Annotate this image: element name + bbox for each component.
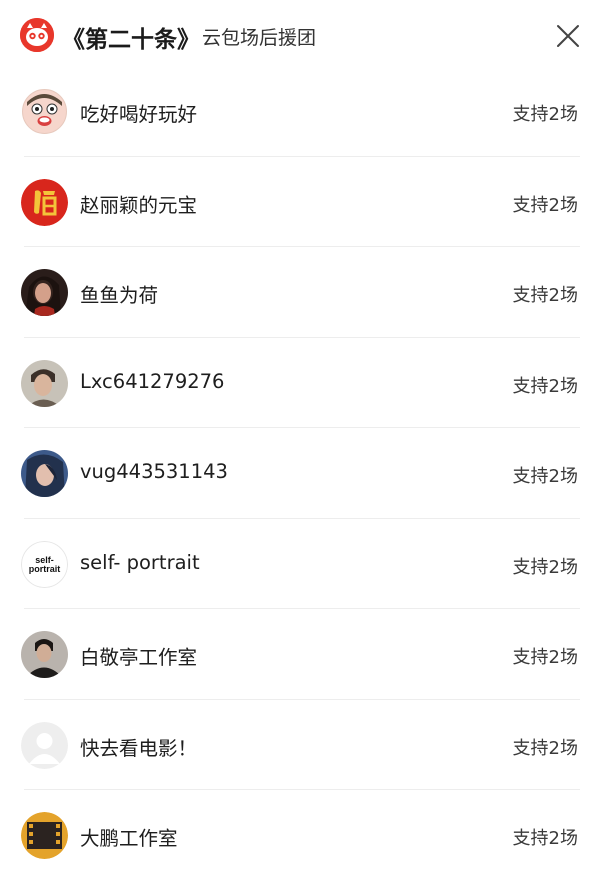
fu-character-avatar xyxy=(21,178,68,226)
woman-portrait-avatar xyxy=(21,269,68,316)
supporter-name: 白敬亭工作室 xyxy=(80,646,198,669)
svg-text:portrait: portrait xyxy=(29,564,61,574)
woman-blue-avatar xyxy=(21,450,68,497)
man-dark-avatar xyxy=(21,631,68,678)
list-item[interactable]: 白敬亭工作室 支持2场 xyxy=(0,609,600,700)
support-count: 支持2场 xyxy=(512,647,578,668)
man-portrait-avatar xyxy=(21,359,68,407)
supporter-name: vug443531143 xyxy=(80,460,228,483)
list-item[interactable]: 赵丽颖的元宝 支持2场 xyxy=(0,157,600,248)
support-count: 支持2场 xyxy=(512,556,578,578)
supporter-name: 吃好喝好玩好 xyxy=(80,103,198,126)
supporter-name: self- portrait xyxy=(80,550,200,574)
self-portrait-logo-avatar: self- portrait xyxy=(21,540,68,588)
support-count: 支持2场 xyxy=(512,285,578,306)
support-count: 支持2场 xyxy=(512,375,578,397)
support-count: 支持2场 xyxy=(512,737,578,759)
supporter-name: Lxc641279276 xyxy=(80,369,225,393)
page-subtitle: 云包场后援团 xyxy=(202,27,317,49)
supporter-name: 鱼鱼为荷 xyxy=(80,284,159,307)
supporter-name: 赵丽颖的元宝 xyxy=(80,193,198,217)
cartoon-boy-avatar xyxy=(21,88,68,135)
list-item[interactable]: vug443531143 支持2场 xyxy=(0,428,600,519)
support-count: 支持2场 xyxy=(512,104,578,125)
header: 《第二十条》 云包场后援团 xyxy=(0,0,600,72)
default-user-avatar xyxy=(21,721,68,769)
supporter-list: 吃好喝好玩好 支持2场 赵丽颖的元宝 支持2场 鱼鱼为荷 支持2场 Lxc641… xyxy=(0,66,600,881)
supporter-name: 大鹏工作室 xyxy=(80,827,178,850)
list-item[interactable]: self- portrait self- portrait 支持2场 xyxy=(0,519,600,610)
list-item[interactable]: 鱼鱼为荷 支持2场 xyxy=(0,247,600,338)
cat-logo-icon xyxy=(20,18,54,52)
list-item[interactable]: 大鹏工作室 支持2场 xyxy=(0,790,600,881)
list-item[interactable]: 吃好喝好玩好 支持2场 xyxy=(0,66,600,157)
page-title: 《第二十条》 xyxy=(62,27,200,53)
support-count: 支持2场 xyxy=(512,466,578,487)
list-item[interactable]: Lxc641279276 支持2场 xyxy=(0,338,600,429)
close-button[interactable] xyxy=(552,20,584,52)
support-count: 支持2场 xyxy=(512,194,578,216)
list-item[interactable]: 快去看电影！ 支持2场 xyxy=(0,700,600,791)
close-icon xyxy=(557,25,579,47)
supporter-name: 快去看电影！ xyxy=(80,736,198,760)
support-count: 支持2场 xyxy=(512,828,578,849)
